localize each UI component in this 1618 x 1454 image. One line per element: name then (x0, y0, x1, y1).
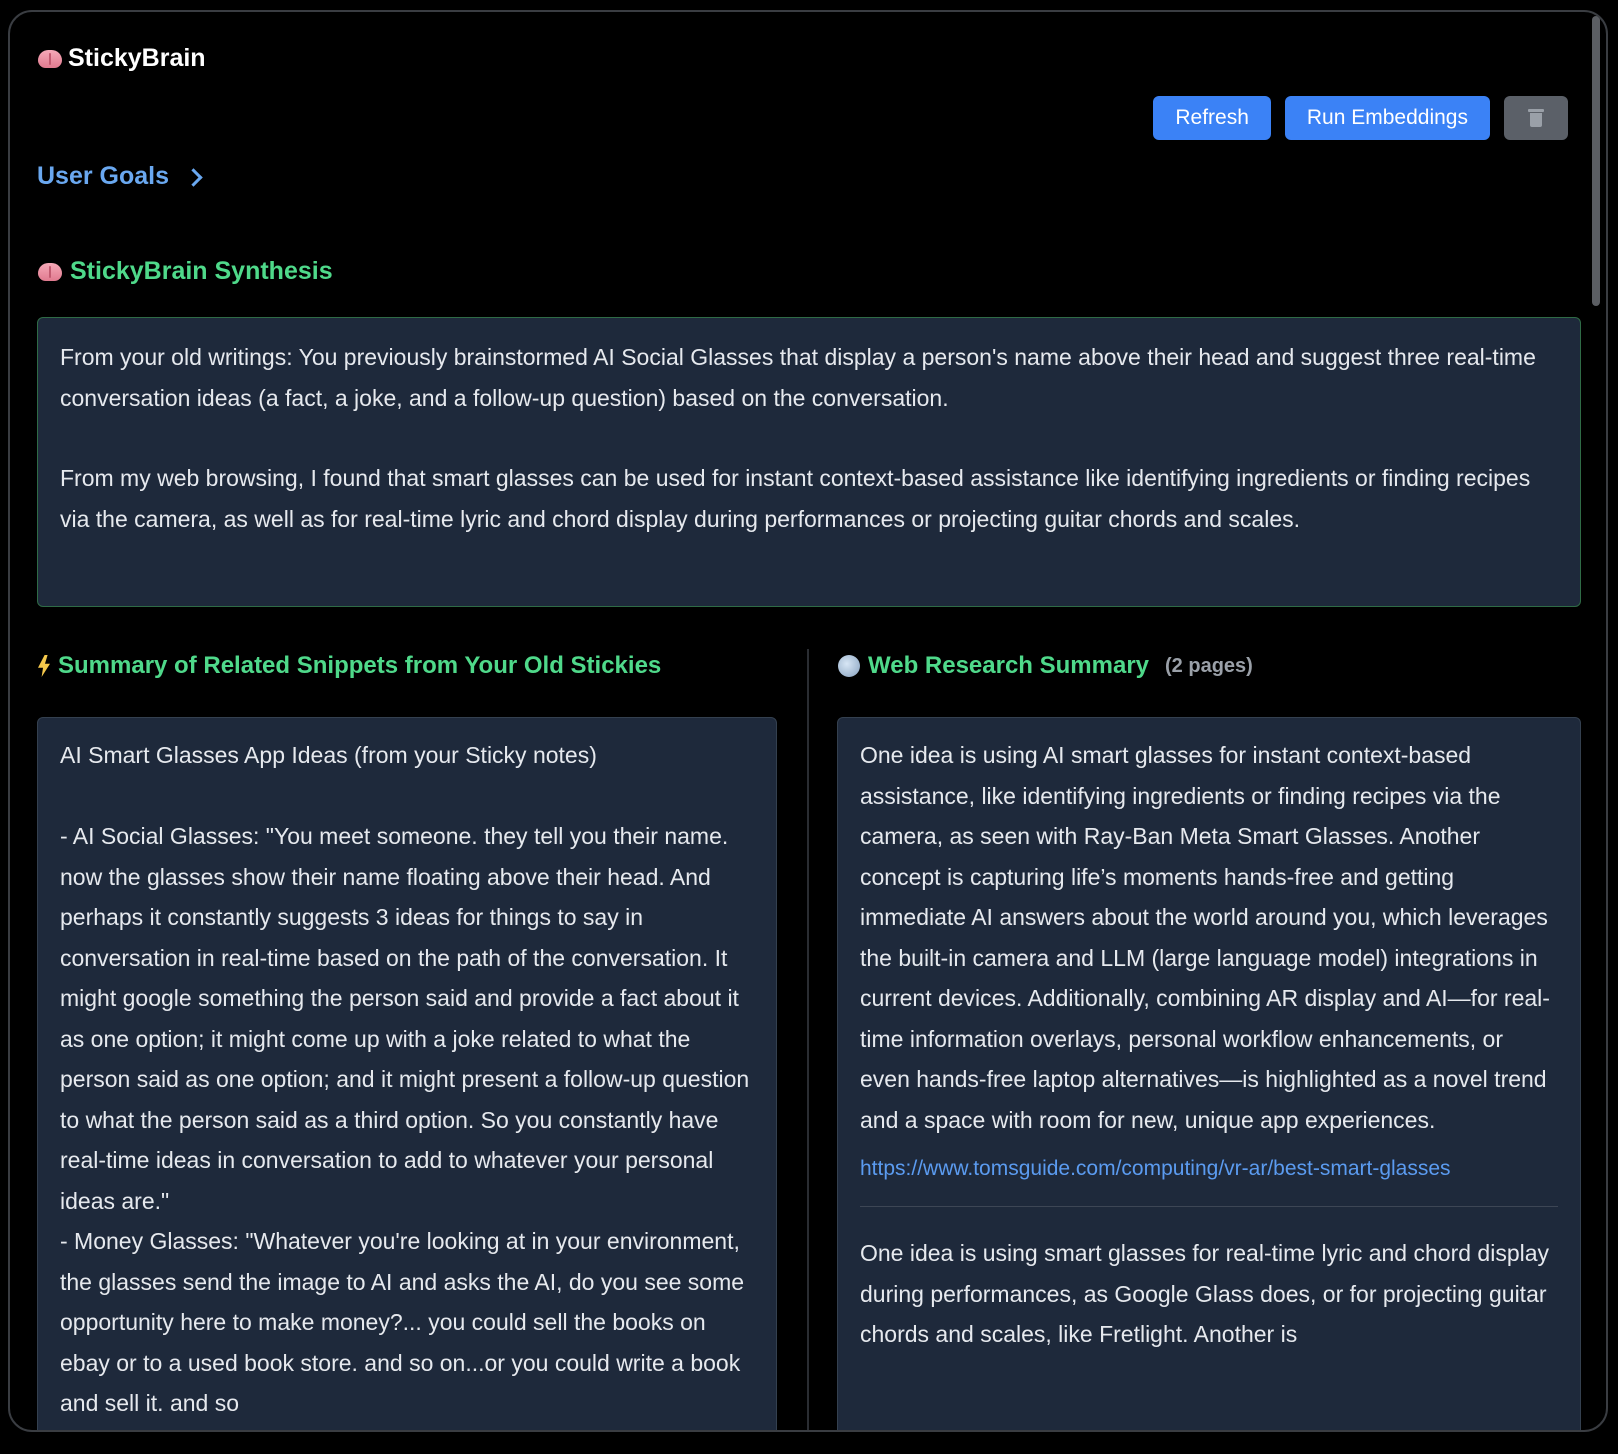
synthesis-title: StickyBrain Synthesis (70, 257, 333, 285)
toolbar: Refresh Run Embeddings (1153, 96, 1568, 140)
pages-count: (2 pages) (1165, 654, 1253, 677)
user-goals-label: User Goals (37, 162, 170, 190)
web-research-entry-text: One idea is using smart glasses for real… (860, 1240, 1550, 1347)
web-research-heading: Web Research Summary (2 pages) (838, 652, 1253, 680)
lightning-icon (38, 655, 50, 677)
web-research-entry-text: One idea is using AI smart glasses for i… (860, 742, 1550, 1133)
globe-icon (838, 655, 860, 677)
run-embeddings-button[interactable]: Run Embeddings (1284, 96, 1490, 140)
refresh-button[interactable]: Refresh (1153, 96, 1271, 140)
snippets-panel: AI Smart Glasses App Ideas (from your St… (37, 717, 777, 1430)
user-goals-toggle[interactable]: User Goals (37, 162, 203, 191)
app-title: StickyBrain (68, 44, 206, 72)
synthesis-heading: StickyBrain Synthesis (38, 257, 333, 286)
snippets-heading: Summary of Related Snippets from Your Ol… (38, 652, 661, 680)
app-header: StickyBrain (38, 44, 206, 73)
trash-icon (1528, 109, 1544, 127)
chevron-right-icon (184, 168, 203, 187)
web-research-panel: One idea is using AI smart glasses for i… (837, 717, 1581, 1430)
snippets-title: Summary of Related Snippets from Your Ol… (58, 652, 662, 679)
delete-button[interactable] (1504, 96, 1568, 140)
web-research-title: Web Research Summary (868, 652, 1150, 679)
brain-icon (38, 49, 62, 68)
entry-divider (860, 1206, 1558, 1207)
column-divider (807, 649, 809, 1430)
app-window: StickyBrain Refresh Run Embeddings User … (8, 10, 1608, 1432)
scrollbar[interactable] (1592, 16, 1600, 306)
web-source-link[interactable]: https://www.tomsguide.com/computing/vr-a… (860, 1154, 1558, 1184)
brain-icon (38, 262, 62, 281)
synthesis-panel: From your old writings: You previously b… (37, 317, 1581, 607)
synthesis-paragraph: From your old writings: You previously b… (60, 344, 1536, 411)
synthesis-paragraph: From my web browsing, I found that smart… (60, 465, 1531, 532)
